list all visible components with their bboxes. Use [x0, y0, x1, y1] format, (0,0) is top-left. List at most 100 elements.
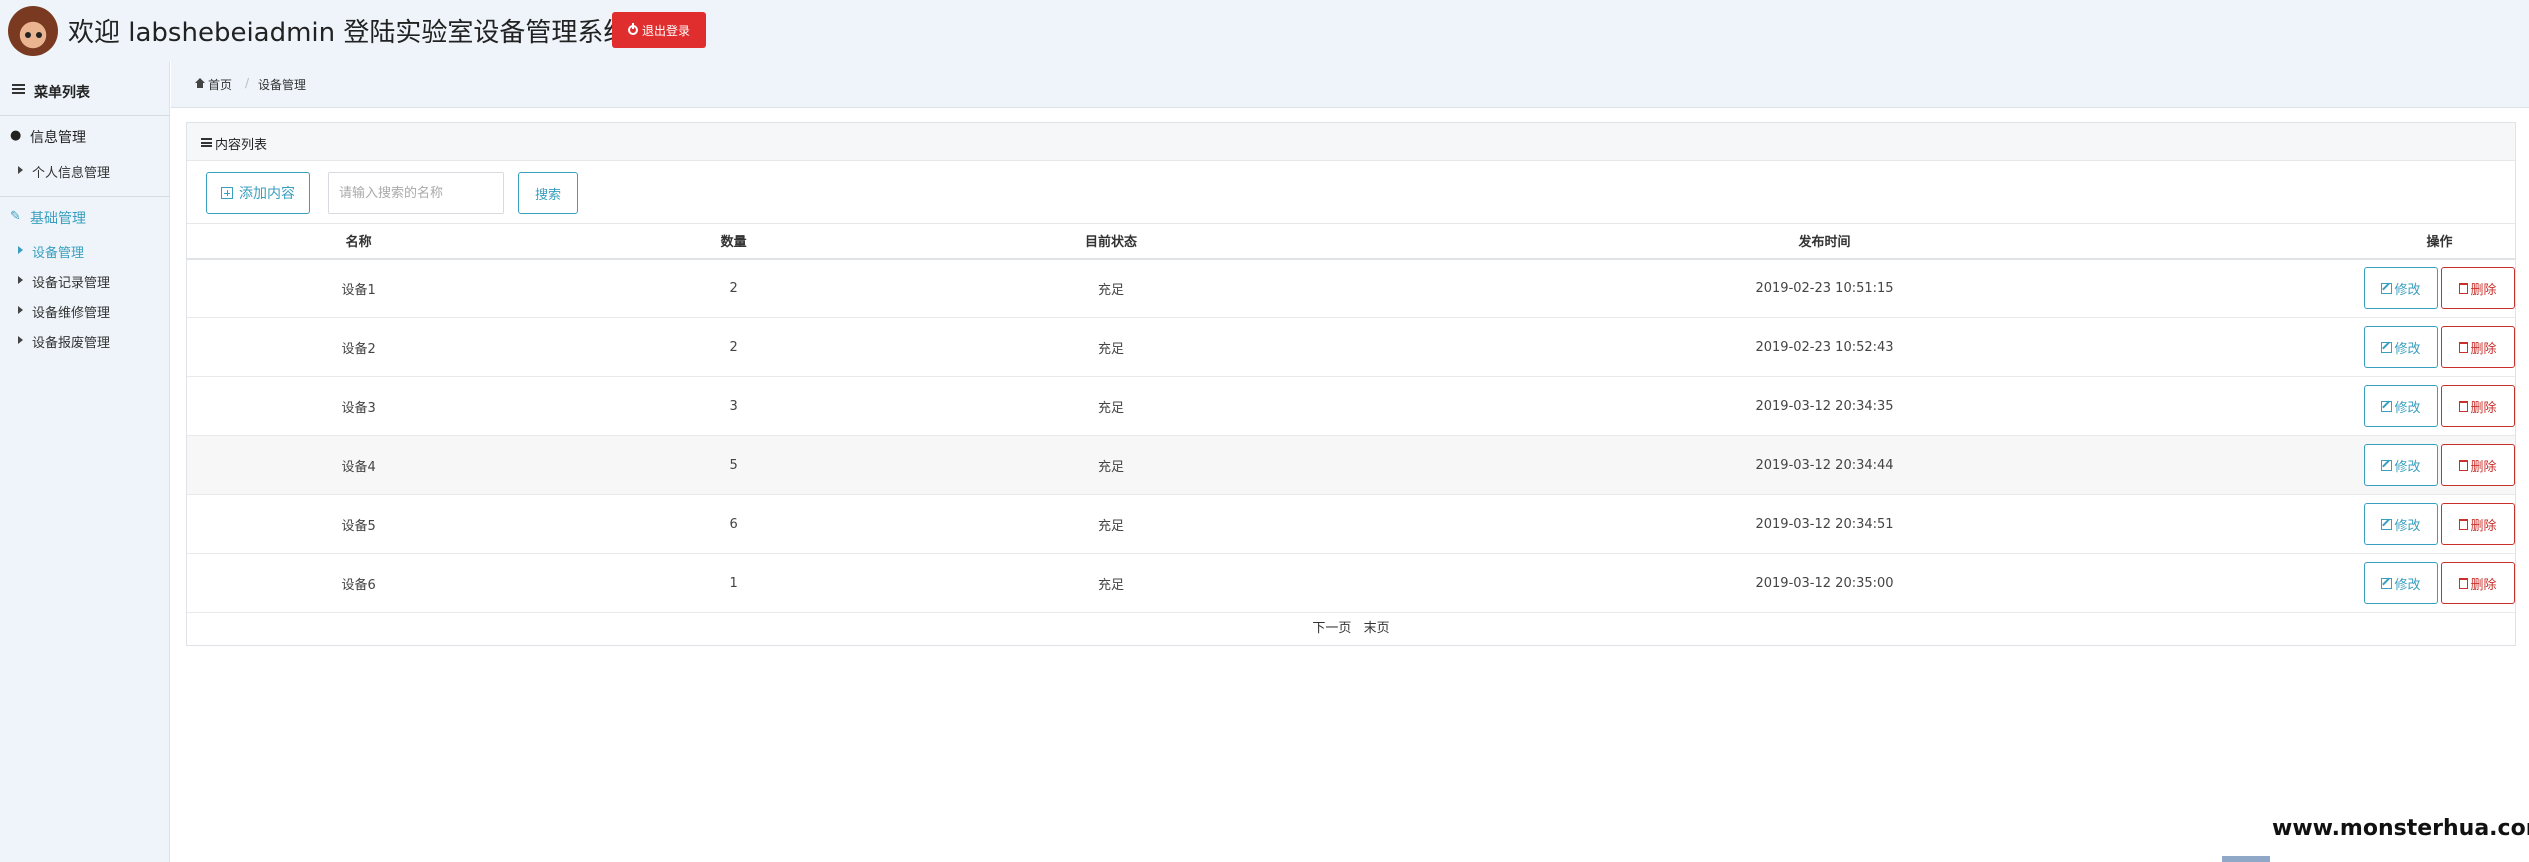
trash-icon — [2459, 282, 2469, 294]
edit-icon — [2381, 341, 2393, 353]
sidebar-section-basic[interactable]: ✎ 基础管理 — [0, 196, 170, 236]
delete-button[interactable]: 删除 — [2440, 503, 2515, 545]
cell-actions: 修改 删除 — [2363, 494, 2515, 554]
trash-icon — [2459, 577, 2469, 589]
power-icon — [627, 23, 638, 35]
edit-button[interactable]: 修改 — [2363, 444, 2438, 486]
edit-button[interactable]: 修改 — [2363, 503, 2438, 545]
cell-name: 设备2 — [187, 317, 531, 377]
page-title: 欢迎 labshebeiadmin 登陆实验室设备管理系统 — [68, 18, 630, 48]
edit-button[interactable]: 修改 — [2363, 562, 2438, 604]
add-content-button[interactable]: 添加内容 — [206, 172, 310, 214]
cell-time: 2019-02-23 10:51:15 — [1285, 258, 2364, 318]
cell-status: 充足 — [937, 376, 1286, 436]
breadcrumb-home[interactable]: 首页 — [208, 76, 232, 93]
sidebar-item-device-management[interactable]: 设备管理 — [0, 236, 170, 266]
table-row: 设备4 5 充足 2019-03-12 20:34:44 修改 删除 — [187, 435, 2515, 495]
cell-name: 设备6 — [187, 553, 531, 613]
cell-time: 2019-02-23 10:52:43 — [1285, 317, 2364, 377]
table-header-row: 名称 数量 目前状态 发布时间 操作 — [187, 223, 2515, 260]
delete-button[interactable]: 删除 — [2440, 562, 2515, 604]
column-header-time: 发布时间 — [1285, 223, 2364, 260]
table-row: 设备5 6 充足 2019-03-12 20:34:51 修改 删除 — [187, 494, 2515, 554]
column-header-quantity: 数量 — [530, 223, 938, 260]
column-header-name: 名称 — [187, 223, 531, 260]
panel-header: 内容列表 — [187, 123, 2515, 161]
column-header-actions: 操作 — [2363, 223, 2515, 260]
user-icon: ● — [10, 128, 22, 143]
search-input[interactable] — [328, 172, 504, 214]
search-button[interactable]: 搜索 — [518, 172, 578, 214]
cell-actions: 修改 删除 — [2363, 317, 2515, 377]
cell-status: 充足 — [937, 258, 1286, 318]
column-header-status: 目前状态 — [937, 223, 1286, 260]
list-icon — [12, 84, 25, 94]
list-icon — [201, 138, 212, 147]
cell-actions: 修改 删除 — [2363, 435, 2515, 495]
table-row: 设备2 2 充足 2019-02-23 10:52:43 修改 删除 — [187, 317, 2515, 377]
logout-label: 退出登录 — [641, 23, 690, 38]
cell-name: 设备4 — [187, 435, 531, 495]
delete-button[interactable]: 删除 — [2440, 444, 2515, 486]
cell-quantity: 2 — [530, 258, 938, 318]
edit-icon — [2381, 518, 2393, 530]
trash-icon — [2459, 341, 2469, 353]
cell-time: 2019-03-12 20:34:44 — [1285, 435, 2364, 495]
panel-title: 内容列表 — [215, 138, 268, 153]
table-row: 设备3 3 充足 2019-03-12 20:34:35 修改 删除 — [187, 376, 2515, 436]
logout-button[interactable]: 退出登录 — [612, 12, 706, 48]
cell-quantity: 2 — [530, 317, 938, 377]
edit-icon — [2381, 282, 2393, 294]
cell-status: 充足 — [937, 494, 1286, 554]
cell-name: 设备3 — [187, 376, 531, 436]
caret-right-icon — [18, 166, 23, 174]
breadcrumb-current: 设备管理 — [258, 78, 307, 92]
sidebar-item-device-repair[interactable]: 设备维修管理 — [0, 296, 170, 326]
sidebar: 菜单列表 ● 信息管理 个人信息管理 ✎ 基础管理 设备管理 设备记录管理 设备… — [0, 62, 170, 862]
delete-button[interactable]: 删除 — [2440, 267, 2515, 310]
cell-time: 2019-03-12 20:34:35 — [1285, 376, 2364, 436]
next-page-link[interactable]: 下一页 — [1312, 621, 1351, 636]
pagination: 下一页 末页 — [187, 617, 2515, 636]
cell-quantity: 5 — [530, 435, 938, 495]
cell-name: 设备1 — [187, 258, 531, 318]
edit-button[interactable]: 修改 — [2363, 385, 2438, 427]
caret-right-icon — [18, 246, 23, 254]
cell-name: 设备5 — [187, 494, 531, 554]
delete-button[interactable]: 删除 — [2440, 326, 2515, 368]
delete-button[interactable]: 删除 — [2440, 385, 2515, 427]
table-row: 设备6 1 充足 2019-03-12 20:35:00 修改 删除 — [187, 553, 2515, 613]
trash-icon — [2459, 459, 2469, 471]
sidebar-item-personal-info[interactable]: 个人信息管理 — [0, 156, 170, 186]
top-header: 欢迎 labshebeiadmin 登陆实验室设备管理系统 退出登录 — [0, 0, 2529, 62]
edit-button[interactable]: 修改 — [2363, 326, 2438, 368]
cell-actions: 修改 删除 — [2363, 258, 2515, 318]
edit-button[interactable]: 修改 — [2363, 267, 2438, 310]
cell-status: 充足 — [937, 317, 1286, 377]
table-row: 设备1 2 充足 2019-02-23 10:51:15 修改 删除 — [187, 258, 2515, 318]
scroll-handle[interactable] — [2222, 856, 2270, 862]
edit-icon — [2381, 400, 2393, 412]
last-page-link[interactable]: 末页 — [1364, 621, 1390, 636]
cell-status: 充足 — [937, 435, 1286, 495]
breadcrumb-separator: / — [245, 76, 250, 90]
cell-actions: 修改 删除 — [2363, 376, 2515, 436]
content-panel: 内容列表 添加内容 搜索 名称 数量 目前状态 发布时间 操作 设备12充足20… — [186, 122, 2516, 646]
caret-right-icon — [18, 276, 23, 284]
sidebar-item-device-scrap[interactable]: 设备报废管理 — [0, 326, 170, 356]
cell-quantity: 3 — [530, 376, 938, 436]
plus-square-icon — [221, 187, 233, 199]
cell-time: 2019-03-12 20:34:51 — [1285, 494, 2364, 554]
sidebar-heading: 菜单列表 — [0, 76, 170, 106]
cell-actions: 修改 删除 — [2363, 553, 2515, 613]
edit-icon — [2381, 577, 2393, 589]
cell-status: 充足 — [937, 553, 1286, 613]
trash-icon — [2459, 400, 2469, 412]
device-table: 名称 数量 目前状态 发布时间 操作 设备1 2 充足 2019-02-23 10:5… — [187, 223, 2515, 613]
trash-icon — [2459, 518, 2469, 530]
sidebar-section-info[interactable]: ● 信息管理 — [0, 115, 170, 155]
sidebar-item-device-records[interactable]: 设备记录管理 — [0, 266, 170, 296]
edit-icon — [2381, 459, 2393, 471]
watermark: www.monsterhua.com — [2272, 816, 2529, 841]
avatar — [8, 6, 58, 56]
